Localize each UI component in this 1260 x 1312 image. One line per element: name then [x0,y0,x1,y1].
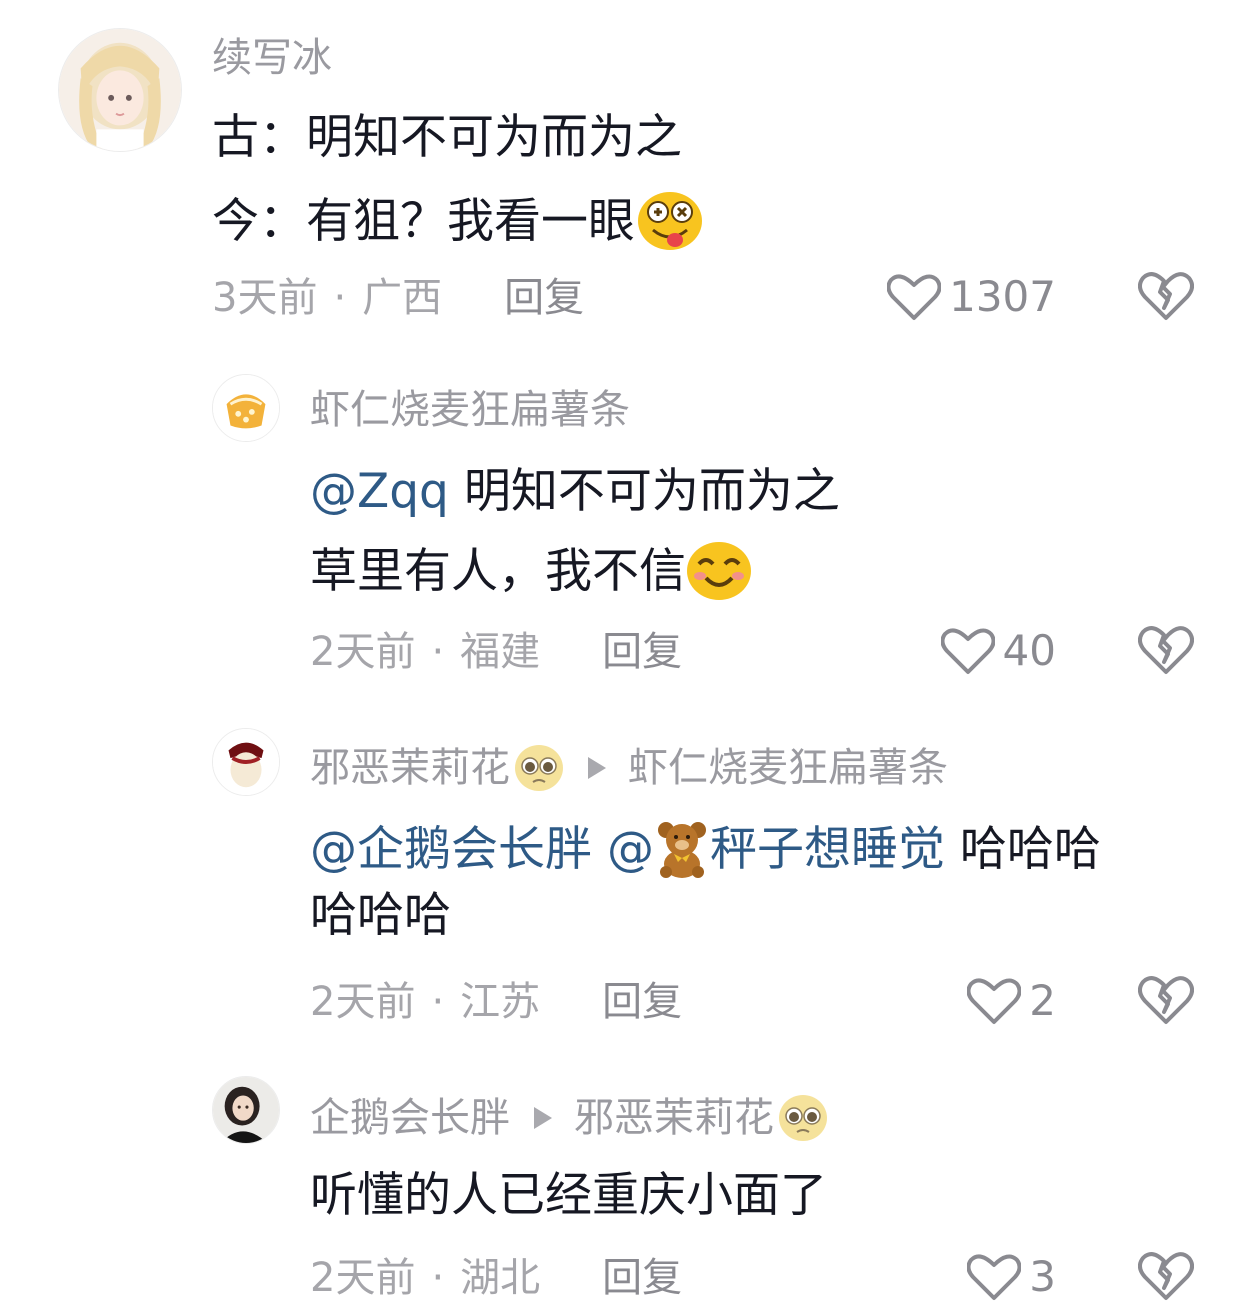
comment-meta: 3天前 · 广西 回复 [212,278,584,318]
comment-location: 福建 [460,629,541,675]
comment-text-line: @企鹅会长胖 @ 秤子想睡觉 哈哈哈 [310,820,1101,878]
like-count: 2 [1029,976,1056,1025]
pleading-face-emoji [778,1094,828,1142]
avatar[interactable] [58,28,182,152]
like-count: 1307 [949,272,1056,321]
dislike-button[interactable] [1138,270,1194,322]
like-button[interactable]: 40 [880,622,1056,680]
comment-text-line: @Zqq 明知不可为而为之 [310,468,840,515]
meta-separator: · [333,275,347,321]
reply-button[interactable]: 回复 [602,982,682,1022]
reply-to-arrow-icon [534,1107,552,1129]
comment-location: 广西 [362,275,443,321]
comment-meta: 2天前 · 湖北 回复 [310,1258,682,1298]
comment-time: 2天前 [310,629,416,675]
avatar-image [213,375,279,441]
mention-link[interactable]: 秤子想睡觉 [710,826,945,873]
heart-outline-icon [967,1254,1022,1300]
comment-text-line: 草里有人，我不信 [310,540,752,602]
comment-text-line: 听懂的人已经重庆小面了 [310,1172,827,1219]
comment-text-line: 今：有狙？我看一眼 [212,190,703,252]
teddy-bear-emoji [654,820,710,878]
like-button[interactable]: 2 [880,972,1056,1030]
mention-link[interactable]: @Zqq [310,468,449,515]
reply-button[interactable]: 回复 [602,632,682,672]
heart-outline-icon [967,978,1022,1024]
broken-heart-icon [1138,976,1194,1024]
comment-text: 草里有人，我不信 [310,543,686,599]
username[interactable]: 虾仁烧麦狂扁薯条 [310,390,630,430]
avatar[interactable] [212,728,280,796]
comment-text-line: 古：明知不可为而为之 [212,114,682,161]
dislike-button[interactable] [1138,1250,1194,1302]
reply-to-username[interactable]: 邪恶茉莉花 [574,1098,774,1138]
comment-item: 续写冰 古：明知不可为而为之 今：有狙？我看一眼 3天前 · 广西 回复 130… [0,0,1260,340]
reply-button[interactable]: 回复 [602,1258,682,1298]
reply-to-username[interactable]: 虾仁烧麦狂扁薯条 [628,748,948,788]
like-count: 40 [1002,626,1056,675]
reply-to-arrow-icon [588,757,606,779]
comment-text: 哈哈哈 [310,888,451,943]
comment-time: 3天前 [212,275,318,321]
dislike-button[interactable] [1138,624,1194,676]
meta-separator: · [431,629,445,675]
avatar-image [59,29,181,151]
heart-outline-icon [940,628,995,674]
comment-text-line: 哈哈哈 [310,892,451,939]
reply-item: 企鹅会长胖 邪恶茉莉花 听懂的人已经重庆小面了 2天前 · 湖北 回复 3 [0,1046,1260,1312]
comment-location: 湖北 [460,1255,541,1301]
avatar[interactable] [212,1076,280,1144]
smiling-face-emoji [686,540,752,602]
comment-text: 今：有狙？我看一眼 [212,193,635,249]
comment-meta: 2天前 · 福建 回复 [310,632,682,672]
avatar[interactable] [212,374,280,442]
reply-item: 虾仁烧麦狂扁薯条 @Zqq 明知不可为而为之 草里有人，我不信 2天前 · 福建… [0,340,1260,696]
dislike-button[interactable] [1138,974,1194,1026]
meta-separator: · [431,979,445,1025]
avatar-image [213,1077,279,1143]
comment-location: 江苏 [460,979,541,1025]
comment-meta: 2天前 · 江苏 回复 [310,982,682,1022]
avatar-image [213,729,279,795]
username[interactable]: 邪恶茉莉花 [310,748,510,788]
broken-heart-icon [1138,1252,1194,1300]
like-button[interactable]: 3 [880,1248,1056,1306]
like-button[interactable]: 1307 [880,268,1056,326]
comment-text: 古：明知不可为而为之 [212,110,682,165]
reply-name-row: 邪恶茉莉花 虾仁烧麦狂扁薯条 [310,744,948,792]
mention-prefix[interactable]: @ [592,826,654,873]
broken-heart-icon [1138,626,1194,674]
broken-heart-icon [1138,272,1194,320]
reply-item: 邪恶茉莉花 虾仁烧麦狂扁薯条 @企鹅会长胖 @ 秤子想睡觉 哈哈哈 哈哈哈 2天… [0,696,1260,1046]
username[interactable]: 续写冰 [212,38,332,78]
reply-name-row: 企鹅会长胖 邪恶茉莉花 [310,1094,828,1142]
reply-button[interactable]: 回复 [504,278,584,318]
heart-outline-icon [887,274,942,320]
like-count: 3 [1029,1252,1056,1301]
meta-separator: · [431,1255,445,1301]
pleading-face-emoji [514,744,564,792]
comment-time: 2天前 [310,979,416,1025]
drooling-dizzy-face-emoji [637,190,703,252]
mention-link[interactable]: @企鹅会长胖 [310,826,592,873]
comment-time: 2天前 [310,1255,416,1301]
comment-text: 明知不可为而为之 [448,464,840,519]
comment-text: 哈哈哈 [944,821,1101,877]
comment-text: 听懂的人已经重庆小面了 [310,1168,827,1223]
username[interactable]: 企鹅会长胖 [310,1098,510,1138]
